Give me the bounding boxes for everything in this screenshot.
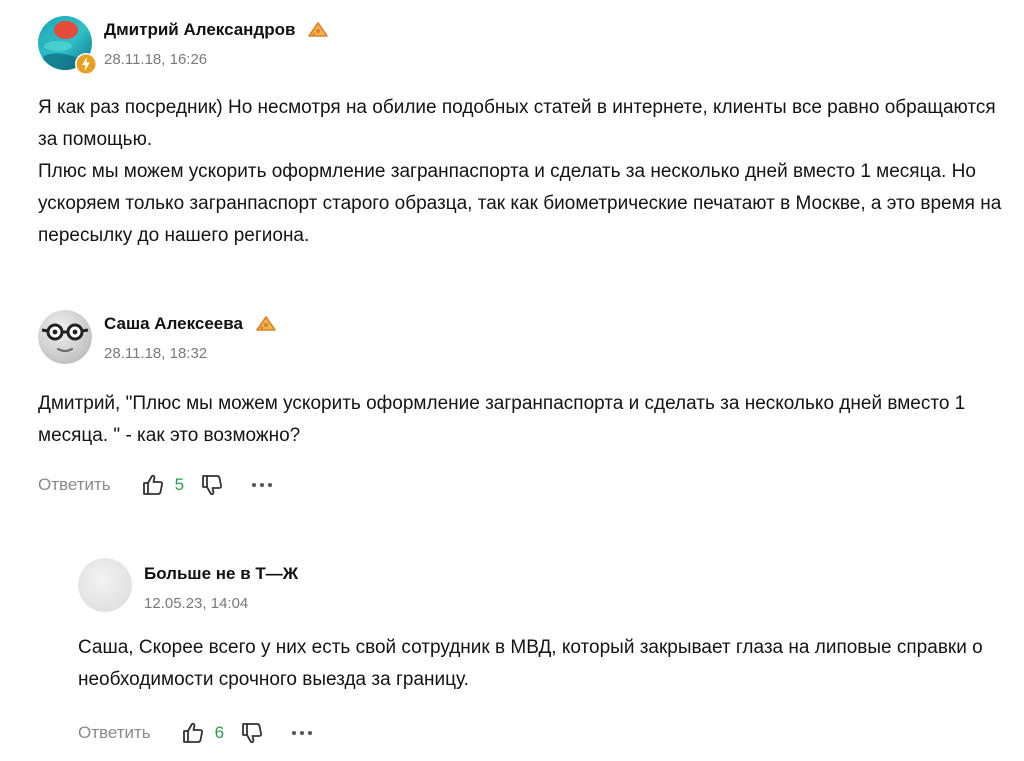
comment-text: Дмитрий, "Плюс мы можем ускорить оформле… <box>38 388 1018 452</box>
comment-header: Саша Алексеева 28.11.18, 18:32 <box>38 308 1018 370</box>
thumbs-down-icon <box>202 475 223 496</box>
author-row: Больше не в Т—Ж <box>144 564 298 584</box>
comment-date: 28.11.18, 18:32 <box>104 345 208 362</box>
comment-header: Дмитрий Александров 28.11.18, 16:26 <box>38 14 1018 76</box>
glasses-face-avatar <box>38 310 92 364</box>
more-options-icon[interactable] <box>292 731 313 735</box>
reply-button[interactable]: Ответить <box>78 723 151 743</box>
comment-paragraph: Плюс мы можем ускорить оформление загран… <box>38 161 1002 246</box>
comment: Саша Алексеева 28.11.18, 18:32 Дмитрий, … <box>38 308 1018 500</box>
author-name[interactable]: Дмитрий Александров <box>104 20 295 40</box>
author-name[interactable]: Саша Алексеева <box>104 314 243 334</box>
thumbs-up-icon <box>182 722 203 743</box>
author-row: Дмитрий Александров <box>104 20 329 40</box>
like-button[interactable] <box>139 471 167 499</box>
likes-count: 5 <box>174 475 185 494</box>
comment-paragraph: Я как раз посредник) Но несмотря на обил… <box>38 97 996 150</box>
more-options-icon[interactable] <box>252 483 273 487</box>
comment-text: Я как раз посредник) Но несмотря на обил… <box>38 92 1018 252</box>
comment-paragraph: Дмитрий, "Плюс мы можем ускорить оформле… <box>38 393 966 446</box>
cheese-badge-icon <box>256 316 276 331</box>
comment-date: 12.05.23, 14:04 <box>144 595 249 612</box>
empty-gray-avatar <box>78 558 132 612</box>
cheese-badge-icon <box>308 22 329 37</box>
comments-thread: Дмитрий Александров 28.11.18, 16:26 Я ка… <box>0 0 1024 761</box>
comment-date: 28.11.18, 16:26 <box>104 51 208 68</box>
comment-header: Больше не в Т—Ж 12.05.23, 14:04 <box>78 558 1018 620</box>
comment-text: Саша, Скорее всего у них есть свой сотру… <box>78 632 1018 696</box>
comment-actions: Ответить 5 <box>38 470 1018 500</box>
like-button[interactable] <box>179 719 207 747</box>
comment-actions: Ответить 6 <box>78 718 1018 748</box>
avatar[interactable] <box>38 310 92 364</box>
comment: Дмитрий Александров 28.11.18, 16:26 Я ка… <box>38 14 1018 252</box>
likes-count: 6 <box>214 723 225 742</box>
dislike-button[interactable] <box>198 471 226 499</box>
comment: Больше не в Т—Ж 12.05.23, 14:04 Саша, Ск… <box>78 558 1018 748</box>
author-row: Саша Алексеева <box>104 314 277 334</box>
author-name[interactable]: Больше не в Т—Ж <box>144 564 298 584</box>
lightning-badge-icon <box>75 53 97 75</box>
dislike-button[interactable] <box>238 719 266 747</box>
avatar[interactable] <box>78 558 132 612</box>
comment-paragraph: Саша, Скорее всего у них есть свой сотру… <box>78 637 983 690</box>
thumbs-up-icon <box>142 474 163 495</box>
thumbs-down-icon <box>242 723 263 744</box>
reply-button[interactable]: Ответить <box>38 475 111 495</box>
